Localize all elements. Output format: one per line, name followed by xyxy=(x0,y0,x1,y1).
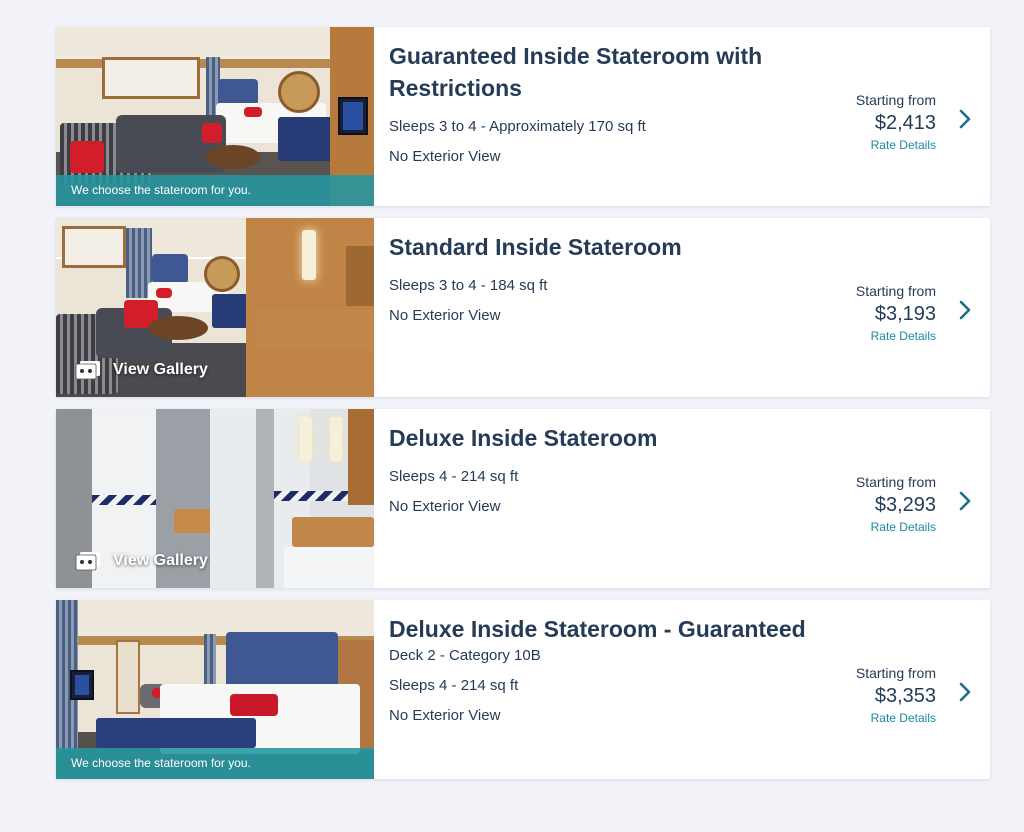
stateroom-title[interactable]: Deluxe Inside Stateroom - Guaranteed xyxy=(389,613,849,645)
rate-details-link[interactable]: Rate Details xyxy=(856,710,936,726)
stateroom-title[interactable]: Standard Inside Stateroom xyxy=(389,231,819,263)
stateroom-title[interactable]: Guaranteed Inside Stateroom with Restric… xyxy=(389,40,819,104)
chevron-right-icon[interactable] xyxy=(958,491,972,511)
stateroom-title[interactable]: Deluxe Inside Stateroom xyxy=(389,422,819,454)
stateroom-photo[interactable]: View Gallery xyxy=(56,218,374,397)
view-gallery-label: View Gallery xyxy=(113,552,208,569)
stateroom-deck-category: Deck 2 - Category 10B xyxy=(389,647,541,664)
starting-from-label: Starting from xyxy=(855,474,936,490)
stateroom-info: Standard Inside Stateroom Sleeps 3 to 4 … xyxy=(374,218,990,397)
stateroom-card[interactable]: View Gallery Deluxe Inside Stateroom Sle… xyxy=(56,409,990,588)
stateroom-card[interactable]: We choose the stateroom for you. Guarant… xyxy=(56,27,990,206)
stateroom-info: Guaranteed Inside Stateroom with Restric… xyxy=(374,27,990,206)
rate-details-link[interactable]: Rate Details xyxy=(856,137,936,153)
photo-gallery-icon xyxy=(75,361,100,380)
price-block: Starting from $3,293 Rate Details xyxy=(856,473,936,535)
price-block: Starting from $3,353 Rate Details xyxy=(856,664,936,726)
view-gallery-button[interactable]: View Gallery xyxy=(75,551,208,571)
stateroom-list: We choose the stateroom for you. Guarant… xyxy=(56,27,990,779)
price-amount: $3,293 xyxy=(874,494,936,516)
photo-caption: We choose the stateroom for you. xyxy=(56,748,374,779)
photo-caption: We choose the stateroom for you. xyxy=(56,175,374,206)
price-amount: $3,193 xyxy=(874,303,936,325)
stateroom-photo[interactable]: We choose the stateroom for you. xyxy=(56,600,374,779)
chevron-right-icon[interactable] xyxy=(958,682,972,702)
starting-from-label: Starting from xyxy=(855,665,936,681)
chevron-right-icon[interactable] xyxy=(958,109,972,129)
stateroom-photo[interactable]: We choose the stateroom for you. xyxy=(56,27,374,206)
chevron-right-icon[interactable] xyxy=(958,300,972,320)
starting-from-label: Starting from xyxy=(855,92,936,108)
rate-details-link[interactable]: Rate Details xyxy=(856,519,936,535)
price-block: Starting from $3,193 Rate Details xyxy=(856,282,936,344)
photo-gallery-icon xyxy=(75,552,100,571)
stateroom-card[interactable]: View Gallery Standard Inside Stateroom S… xyxy=(56,218,990,397)
stateroom-card[interactable]: We choose the stateroom for you. Deluxe … xyxy=(56,600,990,779)
starting-from-label: Starting from xyxy=(855,283,936,299)
price-block: Starting from $2,413 Rate Details xyxy=(856,91,936,153)
view-gallery-label: View Gallery xyxy=(113,361,208,378)
stateroom-info: Deluxe Inside Stateroom - Guaranteed Dec… xyxy=(374,600,990,779)
price-amount: $3,353 xyxy=(874,685,936,707)
price-amount: $2,413 xyxy=(874,112,936,134)
stateroom-photo[interactable]: View Gallery xyxy=(56,409,374,588)
rate-details-link[interactable]: Rate Details xyxy=(856,328,936,344)
view-gallery-button[interactable]: View Gallery xyxy=(75,360,208,380)
stateroom-info: Deluxe Inside Stateroom Sleeps 4 - 214 s… xyxy=(374,409,990,588)
